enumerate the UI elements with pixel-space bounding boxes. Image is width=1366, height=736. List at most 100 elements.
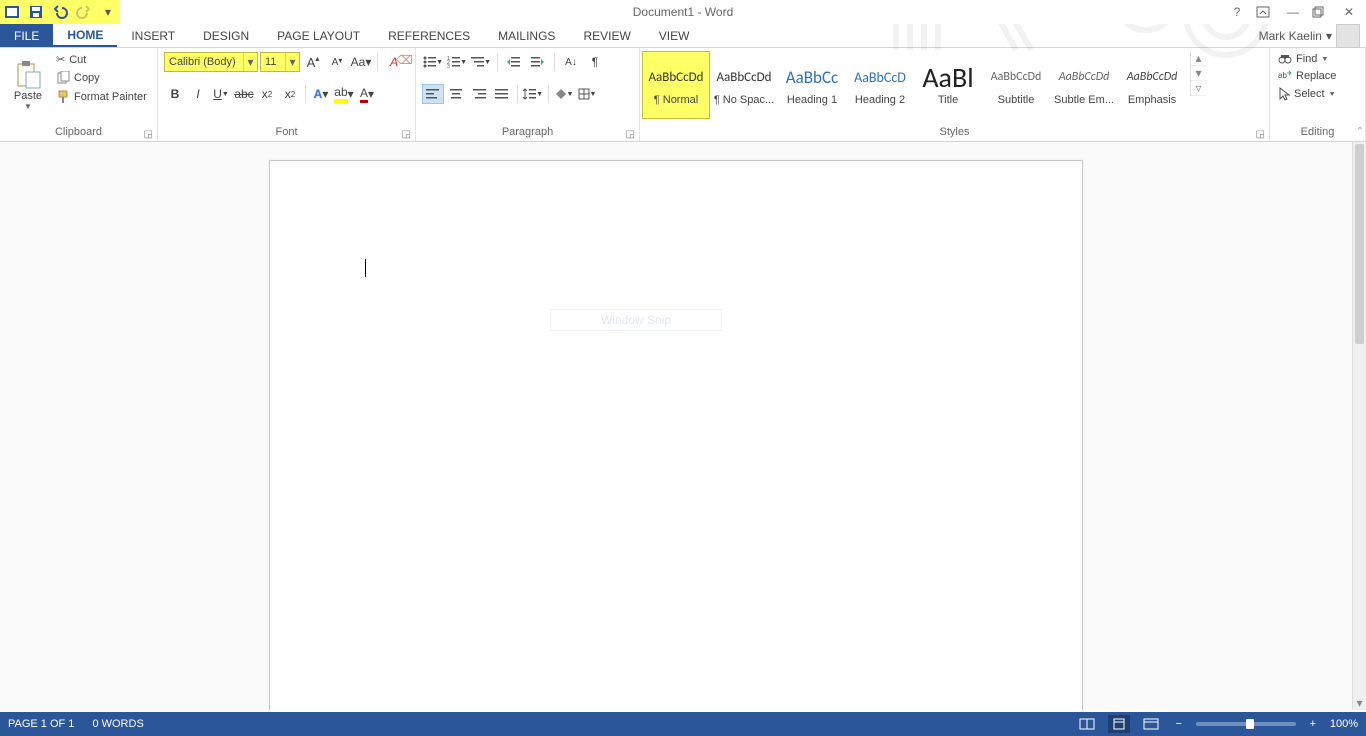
tab-mailings[interactable]: MAILINGS	[484, 24, 569, 47]
chevron-down-icon: ▾	[1326, 29, 1332, 43]
paste-icon	[13, 60, 43, 90]
document-area[interactable]: Window Snip	[0, 142, 1352, 710]
status-words[interactable]: 0 WORDS	[92, 718, 143, 730]
cut-button[interactable]: ✂Cut	[54, 52, 149, 67]
collapse-ribbon-icon[interactable]: ˆ	[1358, 125, 1362, 139]
subscript-button[interactable]: x2	[256, 84, 278, 104]
minimize-icon[interactable]: —	[1284, 5, 1302, 19]
strikethrough-button[interactable]: abc	[233, 84, 255, 104]
group-label-paragraph: Paragraph	[502, 126, 553, 138]
align-left-button[interactable]	[422, 84, 444, 104]
highlight-button[interactable]: ab▾	[333, 84, 355, 104]
italic-button[interactable]: I	[187, 84, 209, 104]
account-menu[interactable]: Mark Kaelin ▾	[1253, 24, 1366, 47]
change-case-button[interactable]: Aa▾	[350, 52, 372, 72]
replace-label: Replace	[1296, 70, 1336, 82]
shading-button[interactable]: ▼	[553, 84, 575, 104]
decrease-indent-button[interactable]	[503, 52, 525, 72]
print-layout-icon[interactable]	[1108, 715, 1130, 733]
group-font: Calibri (Body) ▾ 11 ▾ A▴ A▾ Aa▾ A⌫ B I U…	[158, 48, 416, 141]
numbering-button[interactable]: 123▼	[446, 52, 468, 72]
style-item-2[interactable]: AaBbCcHeading 1	[778, 51, 846, 119]
find-label: Find	[1296, 53, 1317, 65]
style-item-5[interactable]: AaBbCcDdSubtitle	[982, 51, 1050, 119]
style-item-4[interactable]: AaBlTitle	[914, 51, 982, 119]
zoom-out-icon[interactable]: −	[1172, 718, 1186, 730]
paste-button[interactable]: Paste ▼	[6, 52, 50, 118]
gallery-down-icon[interactable]: ▾	[1191, 66, 1206, 81]
close-icon[interactable]: ✕	[1340, 5, 1358, 19]
tab-review[interactable]: REVIEW	[569, 24, 644, 47]
styles-launcher-icon[interactable]: ◲	[1256, 129, 1265, 140]
font-color-button[interactable]: A▾	[356, 84, 378, 104]
read-mode-icon[interactable]	[1076, 715, 1098, 733]
style-item-7[interactable]: AaBbCcDdEmphasis	[1118, 51, 1186, 119]
undo-icon[interactable]	[52, 4, 68, 20]
clear-formatting-button[interactable]: A⌫	[383, 52, 405, 72]
style-item-1[interactable]: AaBbCcDd¶ No Spac...	[710, 51, 778, 119]
tab-references[interactable]: REFERENCES	[374, 24, 484, 47]
clipboard-launcher-icon[interactable]: ◲	[144, 129, 153, 140]
borders-button[interactable]: ▼	[576, 84, 598, 104]
style-preview: AaBbCcD	[854, 60, 906, 94]
tab-file[interactable]: FILE	[0, 24, 53, 47]
style-preview: AaBl	[922, 60, 973, 94]
zoom-value[interactable]: 100%	[1330, 718, 1358, 730]
find-button[interactable]: Find ▼	[1276, 52, 1352, 66]
replace-icon: ab	[1278, 70, 1292, 82]
style-item-0[interactable]: AaBbCcDd¶ Normal	[642, 51, 710, 119]
save-icon[interactable]	[28, 4, 44, 20]
increase-indent-button[interactable]	[527, 52, 549, 72]
zoom-knob[interactable]	[1246, 719, 1254, 729]
copy-button[interactable]: Copy	[54, 70, 149, 86]
select-button[interactable]: Select ▼	[1276, 86, 1352, 102]
scroll-thumb[interactable]	[1355, 144, 1364, 344]
shrink-font-button[interactable]: A▾	[326, 52, 348, 72]
tab-page-layout[interactable]: PAGE LAYOUT	[263, 24, 374, 47]
chevron-down-icon[interactable]: ▾	[285, 53, 299, 71]
style-item-3[interactable]: AaBbCcDHeading 2	[846, 51, 914, 119]
zoom-slider[interactable]	[1196, 722, 1296, 726]
gallery-more-icon[interactable]: ▿	[1191, 81, 1206, 96]
grow-font-button[interactable]: A▴	[302, 52, 324, 72]
qat-customize-icon[interactable]: ▾	[100, 4, 116, 20]
tab-insert[interactable]: INSERT	[117, 24, 189, 47]
justify-button[interactable]	[491, 84, 513, 104]
font-size-combo[interactable]: 11 ▾	[260, 52, 300, 72]
show-marks-button[interactable]: ¶	[584, 52, 606, 72]
scroll-down-icon[interactable]: ▾	[1353, 696, 1366, 710]
paragraph-launcher-icon[interactable]: ◲	[626, 129, 635, 140]
page[interactable]: Window Snip	[269, 160, 1083, 710]
align-right-button[interactable]	[468, 84, 490, 104]
replace-button[interactable]: ab Replace	[1276, 69, 1352, 83]
superscript-button[interactable]: x2	[279, 84, 301, 104]
ribbon-display-icon[interactable]	[1256, 6, 1274, 18]
tab-design[interactable]: DESIGN	[189, 24, 263, 47]
redo-icon[interactable]	[76, 4, 92, 20]
web-layout-icon[interactable]	[1140, 715, 1162, 733]
status-page[interactable]: PAGE 1 OF 1	[8, 718, 74, 730]
font-name-combo[interactable]: Calibri (Body) ▾	[164, 52, 258, 72]
style-preview: AaBbCcDd	[1127, 60, 1178, 94]
zoom-in-icon[interactable]: +	[1306, 718, 1320, 730]
vertical-scrollbar[interactable]: ▴ ▾	[1352, 142, 1366, 710]
line-spacing-button[interactable]: ▼	[522, 84, 544, 104]
tab-view[interactable]: VIEW	[645, 24, 704, 47]
style-item-6[interactable]: AaBbCcDdSubtle Em...	[1050, 51, 1118, 119]
group-label-editing: Editing	[1301, 126, 1335, 138]
cursor-icon	[1278, 87, 1290, 101]
tab-home[interactable]: HOME	[53, 24, 117, 47]
multilevel-list-button[interactable]: ▼	[470, 52, 492, 72]
bold-button[interactable]: B	[164, 84, 186, 104]
gallery-up-icon[interactable]: ▴	[1191, 51, 1206, 66]
sort-button[interactable]: A↓	[560, 52, 582, 72]
align-center-button[interactable]	[445, 84, 467, 104]
format-painter-button[interactable]: Format Painter	[54, 89, 149, 105]
chevron-down-icon[interactable]: ▾	[243, 53, 257, 71]
text-effects-button[interactable]: A▾	[310, 84, 332, 104]
help-icon[interactable]: ?	[1228, 5, 1246, 19]
bullets-button[interactable]: ▼	[422, 52, 444, 72]
font-launcher-icon[interactable]: ◲	[402, 129, 411, 140]
underline-button[interactable]: U ▼	[210, 84, 232, 104]
restore-icon[interactable]	[1312, 6, 1330, 18]
